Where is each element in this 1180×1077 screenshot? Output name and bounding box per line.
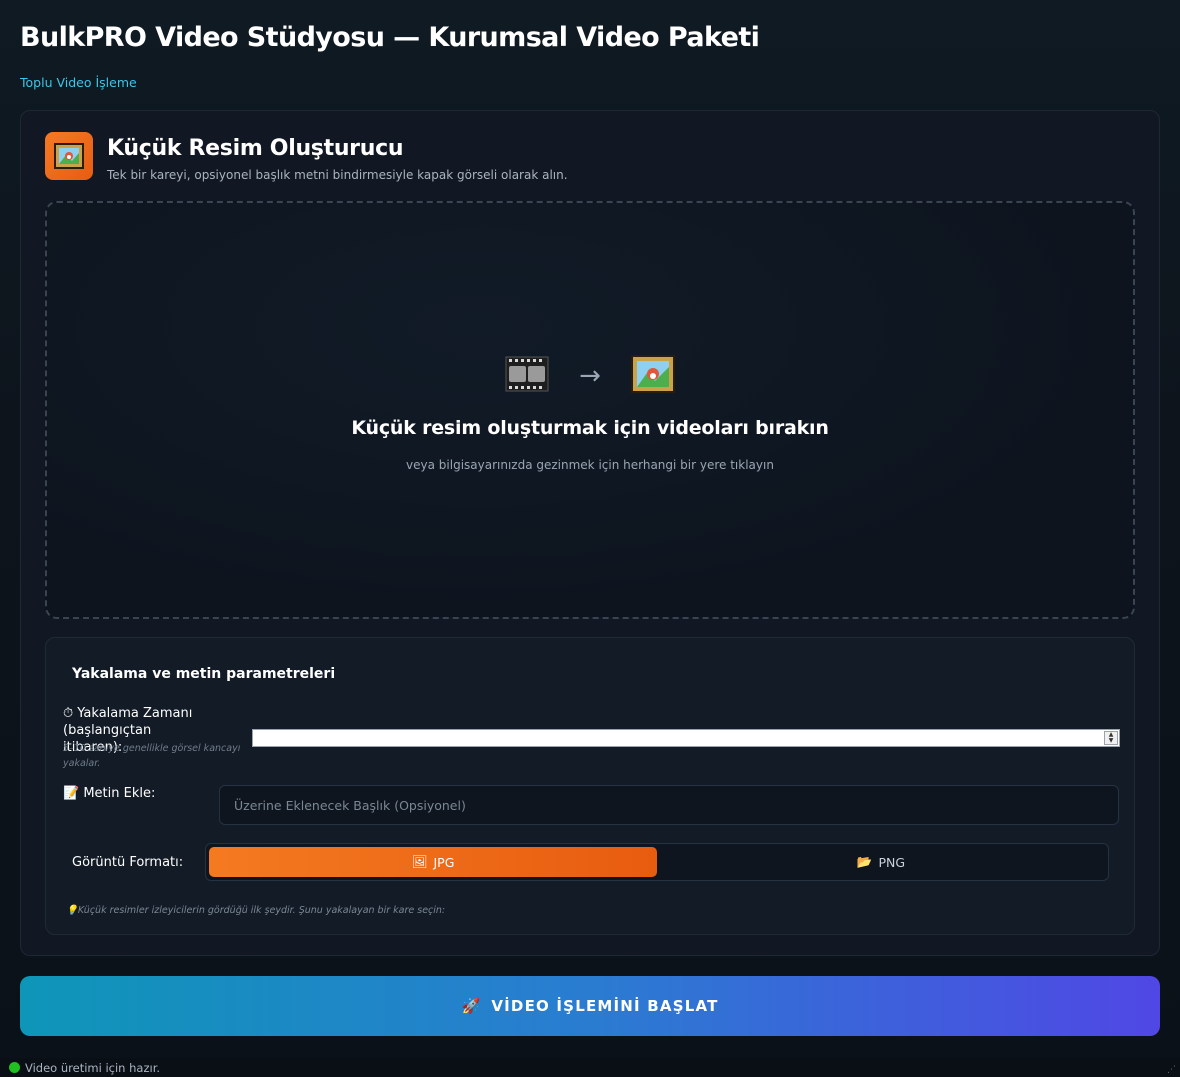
dropzone-subtitle: veya bilgisayarınızda gezinmek için herh… bbox=[406, 458, 774, 472]
film-frames-icon bbox=[505, 356, 549, 396]
title-overlay-input[interactable]: Üzerine Eklenecek Başlık (Opsiyonel) bbox=[219, 785, 1119, 825]
app-window: BulkPRO Video Stüdyosu — Kurumsal Video … bbox=[0, 0, 1180, 1077]
start-processing-button[interactable]: 🚀 VİDEO İŞLEMİNİ BAŞLAT bbox=[20, 976, 1160, 1036]
capture-time-stepper[interactable]: ▲ ▼ bbox=[1104, 731, 1118, 745]
tool-description: Tek bir kareyi, opsiyonel başlık metni b… bbox=[107, 168, 568, 182]
framed-picture-icon bbox=[45, 132, 93, 180]
status-bar: Video üretimi için hazır. ⋰ bbox=[0, 1058, 1180, 1077]
format-option-jpg[interactable]: 🖼 JPG bbox=[209, 847, 657, 877]
add-text-label: 📝 Metin Ekle: bbox=[63, 786, 156, 801]
video-dropzone[interactable]: → Küçük resim oluşturmak için videoları … bbox=[45, 201, 1135, 619]
status-text: Video üretimi için hazır. bbox=[25, 1060, 161, 1075]
app-subtitle: Toplu Video İşleme bbox=[20, 75, 137, 90]
thumbnail-tip: 💡Küçük resimler izleyicilerin gördüğü il… bbox=[66, 905, 446, 916]
rocket-icon: 🚀 bbox=[461, 997, 482, 1015]
arrow-right-icon: → bbox=[579, 361, 601, 391]
dropzone-icons: → bbox=[47, 355, 1133, 397]
image-format-label: Görüntü Formatı: bbox=[72, 855, 184, 870]
framed-picture-icon bbox=[630, 355, 675, 397]
thumbnail-generator-card: Küçük Resim Oluşturucu Tek bir kareyi, o… bbox=[20, 110, 1160, 956]
app-title: BulkPRO Video Stüdyosu — Kurumsal Video … bbox=[20, 22, 760, 53]
capture-time-input[interactable]: ▲ ▼ bbox=[252, 729, 1120, 747]
framed-picture-icon: 🖼 bbox=[411, 854, 428, 869]
format-option-png[interactable]: 📂 PNG bbox=[657, 847, 1105, 877]
params-title: Yakalama ve metin parametreleri bbox=[72, 666, 336, 682]
resize-grip-icon[interactable]: ⋰ bbox=[1167, 1065, 1176, 1075]
status-indicator-icon bbox=[9, 1062, 20, 1073]
dropzone-title: Küçük resim oluşturmak için videoları bı… bbox=[351, 417, 829, 439]
capture-parameters-panel: Yakalama ve metin parametreleri ⏱ Yakala… bbox=[45, 637, 1135, 935]
image-format-selector: 🖼 JPG 📂 PNG bbox=[205, 843, 1109, 881]
capture-time-hint: 5–10 saniye genellikle görsel kancayı ya… bbox=[63, 743, 241, 769]
folder-icon: 📂 bbox=[856, 854, 873, 869]
start-processing-label: VİDEO İŞLEMİNİ BAŞLAT bbox=[491, 997, 719, 1015]
chevron-down-icon[interactable]: ▼ bbox=[1109, 738, 1114, 744]
tool-title: Küçük Resim Oluşturucu bbox=[107, 136, 404, 161]
